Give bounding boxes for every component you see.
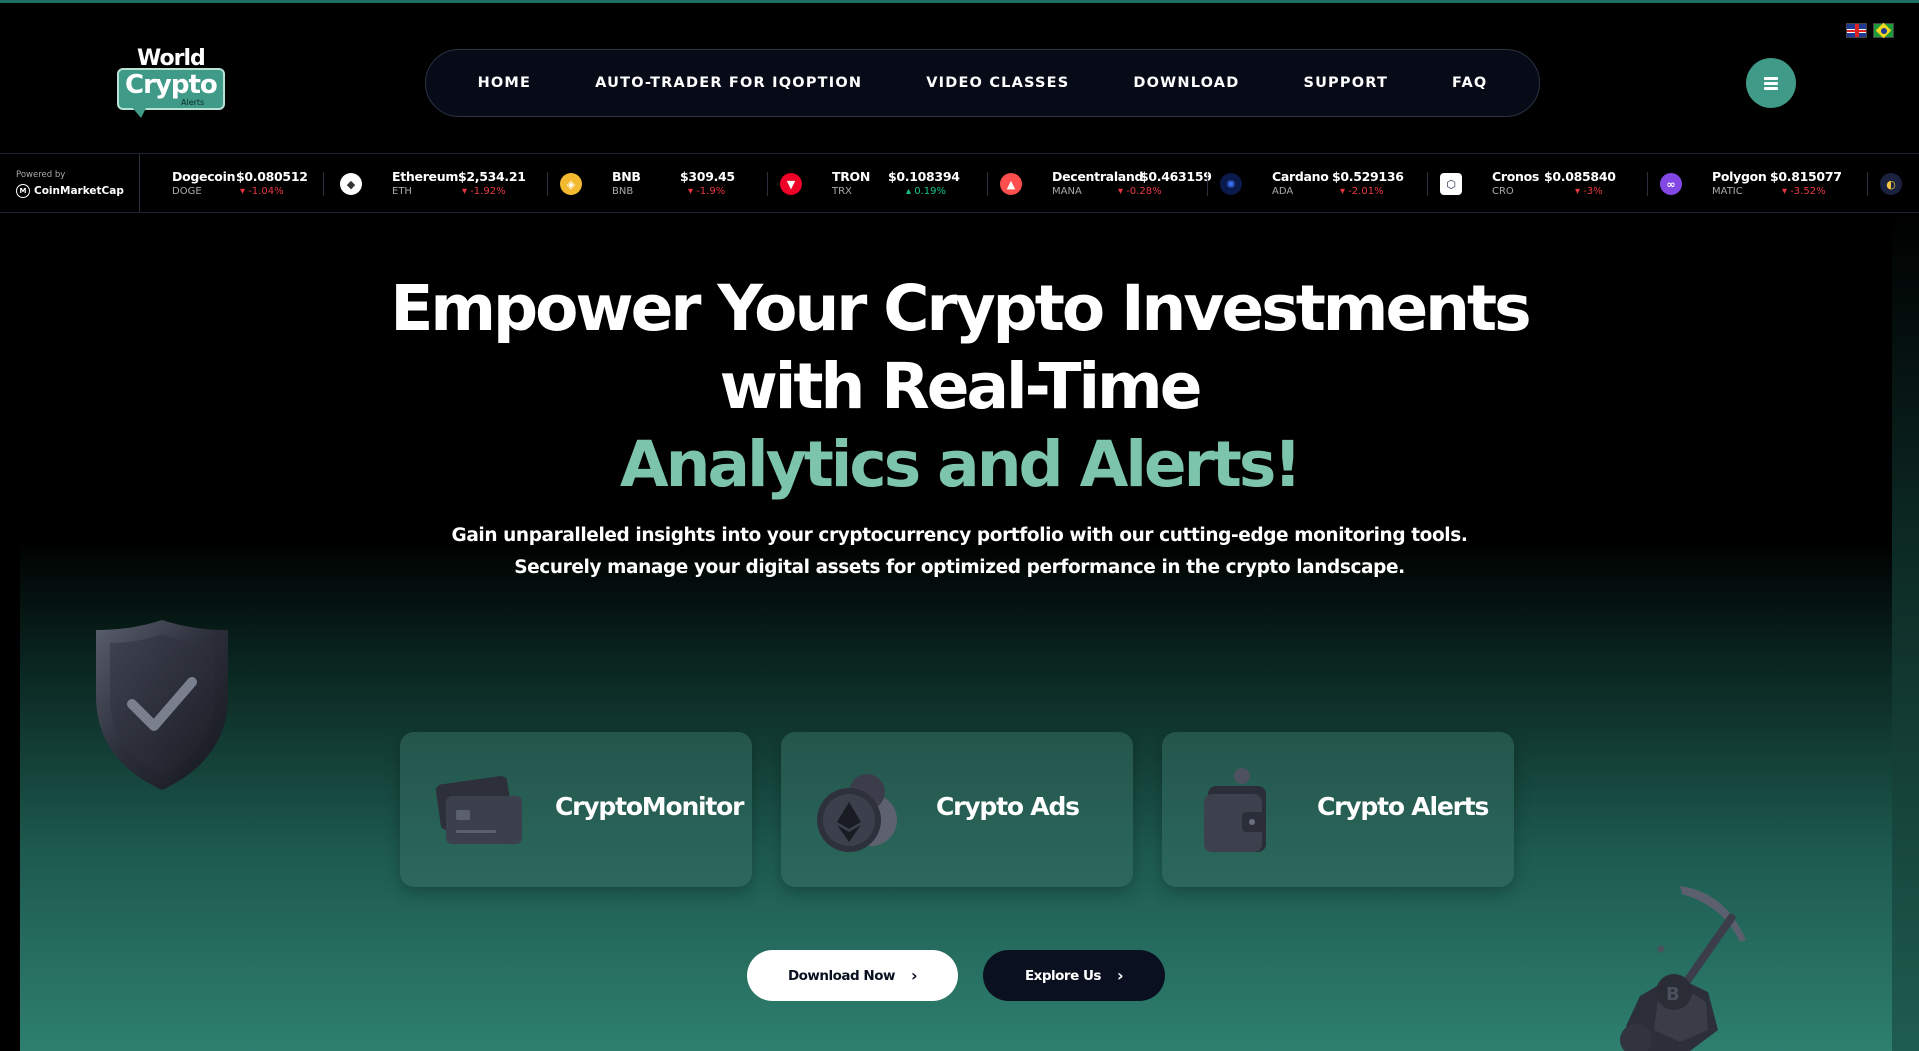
coin-change: ▾ -0.28% <box>1118 186 1162 197</box>
coin-name: Dogecoin <box>172 169 236 184</box>
logo-alerts-text: Alerts <box>181 98 205 107</box>
powered-by-label: Powered by <box>16 170 66 180</box>
coin-price: $0.108394 <box>888 169 960 184</box>
coin-symbol: MATIC <box>1712 186 1743 197</box>
cardano-icon: ✺ <box>1220 173 1242 195</box>
ticker-coin-cardano[interactable]: ✺ Cardano ADA $0.529136 ▾ -2.01% <box>1220 154 1428 212</box>
hero-subtitle-2: Securely manage your digital assets for … <box>514 557 1405 578</box>
shield-check-icon <box>96 620 228 790</box>
coin-price: $309.45 <box>680 169 735 184</box>
terra-icon: ◐ <box>1880 173 1902 195</box>
coin-change: ▾ -1.9% <box>688 186 726 197</box>
hero-title-line-1: Empower Your Crypto Investments <box>390 272 1531 345</box>
decentraland-icon: ▲ <box>1000 173 1022 195</box>
explore-us-label: Explore Us <box>1024 967 1102 984</box>
site-logo[interactable]: World Crypto Alerts <box>115 44 227 124</box>
coin-name: Cronos <box>1492 169 1540 184</box>
cronos-icon: ⬡ <box>1440 173 1462 195</box>
card-crypto-ads[interactable]: Crypto Ads <box>781 732 1133 887</box>
hero-title-line-2: with Real-Time <box>719 350 1203 423</box>
chevron-right-icon: › <box>1116 966 1124 985</box>
card-cryptomonitor[interactable]: CryptoMonitor <box>400 732 752 887</box>
nav-auto-trader[interactable]: AUTO-TRADER FOR IQOPTION <box>563 75 894 91</box>
download-now-label: Download Now <box>787 967 895 984</box>
coin-name: TRON <box>832 169 871 184</box>
svg-text:B: B <box>1666 984 1680 1005</box>
card-label: CryptoMonitor <box>555 792 744 821</box>
tron-icon: ▼ <box>780 173 802 195</box>
ethereum-coins-icon <box>817 774 897 852</box>
ticker-coin-cronos[interactable]: ⬡ Cronos CRO $0.085840 ▾ -3% <box>1440 154 1648 212</box>
coin-name: Cardano <box>1272 169 1329 184</box>
download-now-button[interactable]: Download Now › <box>747 950 958 1001</box>
chevron-right-icon: › <box>910 966 918 985</box>
crypto-price-ticker: Powered by M CoinMarketCap Dogecoin DOGE… <box>0 153 1919 213</box>
powered-by-badge[interactable]: Powered by M CoinMarketCap <box>0 154 140 212</box>
coin-price: $0.085840 <box>1544 169 1616 184</box>
logo-bubble-tail <box>131 106 147 118</box>
coin-change: ▾ -3% <box>1575 186 1603 197</box>
nav-download[interactable]: DOWNLOAD <box>1101 75 1271 91</box>
coin-symbol: CRO <box>1492 186 1514 197</box>
ticker-coin-ethereum[interactable]: ◆ Ethereum ETH $2,534.21 ▾ -1.92% <box>340 154 548 212</box>
card-crypto-alerts[interactable]: Crypto Alerts <box>1162 732 1514 887</box>
polygon-icon: ∞ <box>1660 173 1682 195</box>
coin-name: BNB <box>612 169 641 184</box>
coinmarketcap-icon: M <box>16 184 30 198</box>
nav-video-classes[interactable]: VIDEO CLASSES <box>894 75 1101 91</box>
top-accent-line <box>0 0 1919 3</box>
coin-change: ▾ -1.92% <box>462 186 506 197</box>
coin-symbol: MANA <box>1052 186 1082 197</box>
coin-symbol: ADA <box>1272 186 1294 197</box>
hero-title-line-3: Analytics and Alerts! <box>619 428 1302 501</box>
credit-cards-icon <box>435 775 522 844</box>
coin-change: ▴ 0.19% <box>906 186 946 197</box>
coin-price: $0.080512 <box>236 169 308 184</box>
wallet-icon <box>1204 768 1266 852</box>
hero-subtitle-1: Gain unparalleled insights into your cry… <box>451 525 1468 546</box>
coin-symbol: BNB <box>612 186 634 197</box>
coin-change: ▾ -1.04% <box>240 186 284 197</box>
coin-price: $0.815077 <box>1770 169 1842 184</box>
ticker-coin-bnb[interactable]: ◈ BNB BNB $309.45 ▾ -1.9% <box>560 154 768 212</box>
mining-pickaxe-icon: B <box>1620 886 1746 1051</box>
ticker-coin-tron[interactable]: ▼ TRON TRX $0.108394 ▴ 0.19% <box>780 154 988 212</box>
ticker-coin-partial[interactable]: ◐ <box>1880 154 1910 212</box>
card-label: Crypto Ads <box>936 792 1080 821</box>
coin-price: $0.529136 <box>1332 169 1404 184</box>
ticker-coin-polygon[interactable]: ∞ Polygon MATIC $0.815077 ▾ -3.52% <box>1660 154 1868 212</box>
uk-flag-icon[interactable] <box>1846 23 1867 38</box>
logo-crypto-text: Crypto <box>125 70 218 100</box>
coin-name: Decentraland <box>1052 169 1144 184</box>
coin-price: $0.463159 <box>1140 169 1212 184</box>
ticker-coin-decentraland[interactable]: ▲ Decentraland MANA $0.463159 ▾ -0.28% <box>1000 154 1212 212</box>
nav-faq[interactable]: FAQ <box>1420 75 1519 91</box>
coin-symbol: DOGE <box>172 186 202 197</box>
coin-name: Polygon <box>1712 169 1767 184</box>
nav-home[interactable]: HOME <box>446 75 564 91</box>
ticker-coin-dogecoin[interactable]: Dogecoin DOGE $0.080512 ▾ -1.04% <box>140 154 324 212</box>
hamburger-menu-button[interactable] <box>1746 58 1796 108</box>
bnb-icon: ◈ <box>560 173 582 195</box>
coin-change: ▾ -2.01% <box>1340 186 1384 197</box>
brazil-flag-icon[interactable] <box>1873 22 1894 39</box>
hamburger-icon <box>1764 77 1778 90</box>
coin-name: Ethereum <box>392 169 459 184</box>
coin-price: $2,534.21 <box>458 169 526 184</box>
explore-us-button[interactable]: Explore Us › <box>983 950 1165 1001</box>
nav-support[interactable]: SUPPORT <box>1271 75 1420 91</box>
ethereum-icon: ◆ <box>340 173 362 195</box>
provider-name: CoinMarketCap <box>34 185 124 197</box>
coin-symbol: ETH <box>392 186 412 197</box>
coin-symbol: TRX <box>832 186 852 197</box>
main-nav: HOME AUTO-TRADER FOR IQOPTION VIDEO CLAS… <box>425 49 1540 117</box>
coin-change: ▾ -3.52% <box>1782 186 1826 197</box>
card-label: Crypto Alerts <box>1317 792 1489 821</box>
